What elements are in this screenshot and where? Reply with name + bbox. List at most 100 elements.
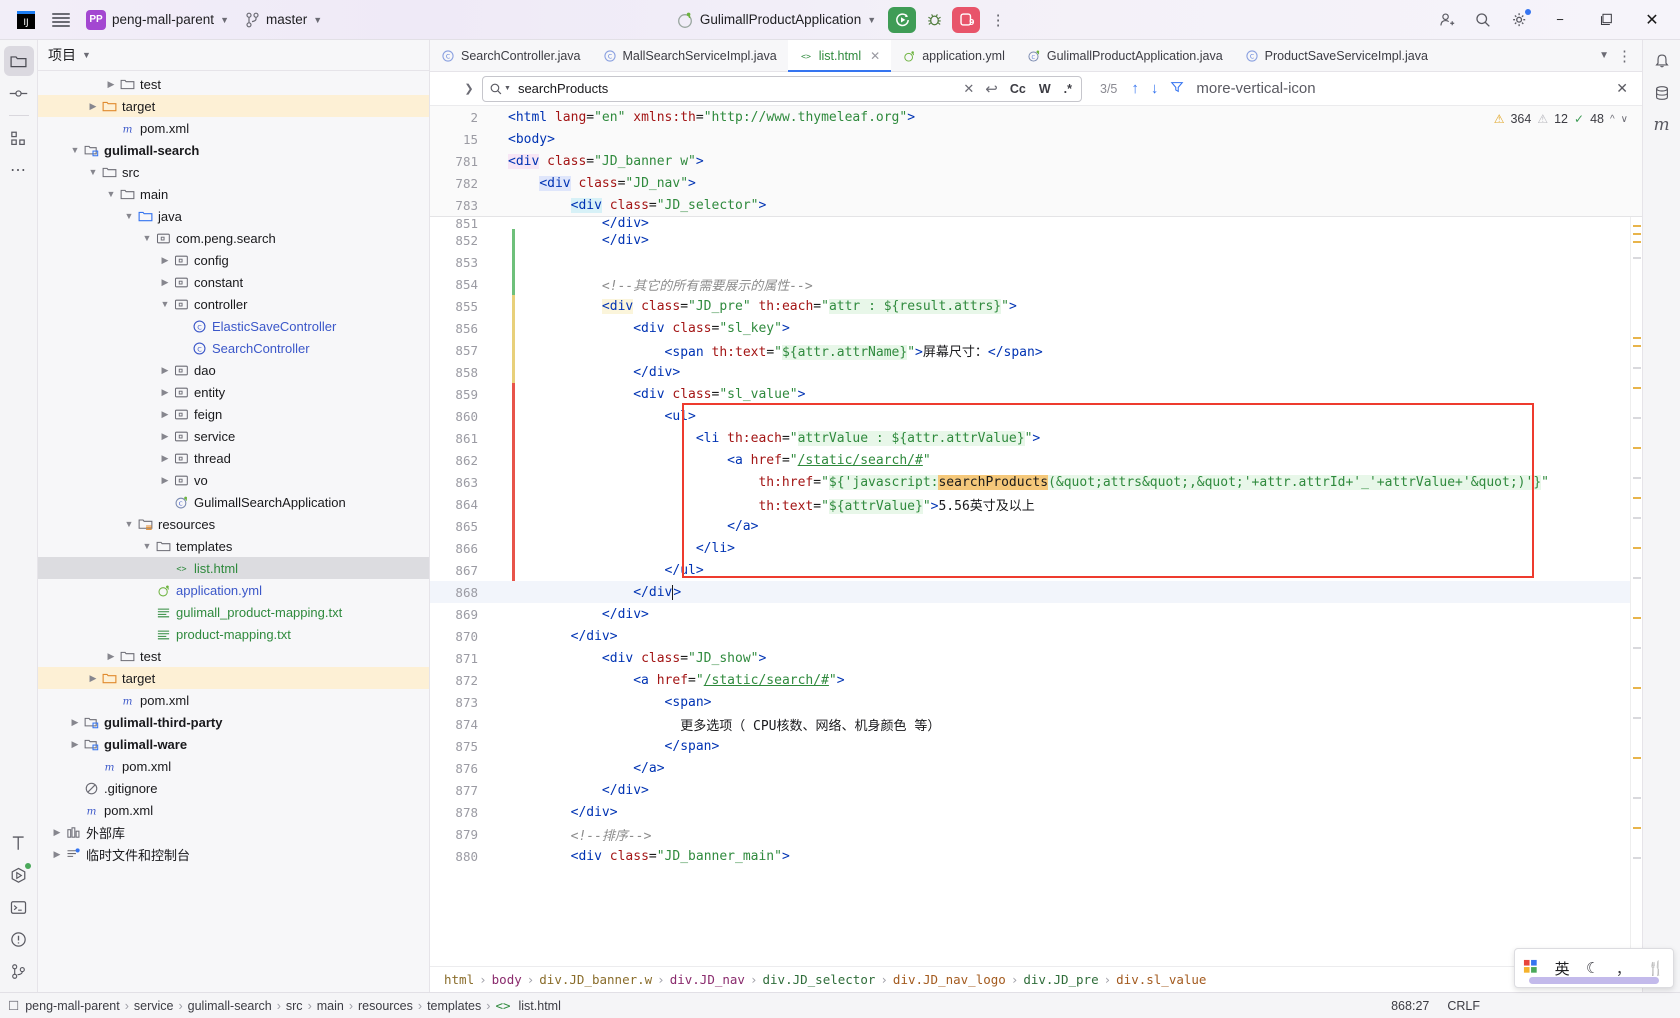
code-line-866[interactable]: 866 </li> [430, 537, 1630, 559]
regex-toggle[interactable]: .* [1061, 82, 1075, 96]
code-line-853[interactable]: 853 [430, 251, 1630, 273]
error-stripe-mark[interactable] [1633, 257, 1641, 259]
line-number[interactable]: 863 [430, 475, 490, 490]
code-line-868[interactable]: 868 </div> [430, 581, 1630, 603]
code-line-870[interactable]: 870 </div> [430, 625, 1630, 647]
tree-node-feign[interactable]: ▶ feign [38, 403, 429, 425]
tree-node-pom.xml[interactable]: m pom.xml [38, 117, 429, 139]
clear-search-icon[interactable]: ✕ [961, 81, 976, 97]
inspection-next-icon[interactable]: ∨ [1621, 114, 1628, 125]
chevron-right-icon[interactable]: ❯ [456, 82, 482, 95]
close-find-button[interactable]: ✕ [1616, 80, 1628, 97]
editor-tab-productsaveserviceimpl-java[interactable]: C ProductSaveServiceImpl.java [1234, 40, 1439, 71]
error-stripe-mark[interactable] [1633, 577, 1641, 579]
line-number[interactable]: 874 [430, 717, 490, 732]
breadcrumb-item[interactable]: div.JD_banner.w [539, 972, 652, 987]
ime-comma-icon[interactable]: ， [1616, 958, 1631, 979]
editor-tab-gulimallproductapplication-java[interactable]: C GulimallProductApplication.java [1016, 40, 1234, 71]
tree-node-[interactable]: ▶ 临时文件和控制台 [38, 843, 429, 865]
line-number[interactable]: 858 [430, 365, 490, 380]
code-line-855[interactable]: 855 <div class="JD_pre" th:each="attr : … [430, 295, 1630, 317]
tree-node-[interactable]: ▶ 外部库 [38, 821, 429, 843]
line-number[interactable]: 855 [430, 299, 490, 314]
line-number[interactable]: 876 [430, 761, 490, 776]
error-stripe-mark[interactable] [1633, 387, 1641, 389]
run-configuration-selector[interactable]: GulimallProductApplication ▼ [668, 6, 884, 34]
tree-node-elasticsavecontroller[interactable]: C ElasticSaveController [38, 315, 429, 337]
ime-moon-icon[interactable]: ☾ [1586, 959, 1599, 977]
run-with-coverage-button[interactable] [888, 6, 917, 33]
line-number[interactable]: 870 [430, 629, 490, 644]
commit-tool-icon[interactable] [4, 78, 34, 108]
code-line-871[interactable]: 871 <div class="JD_show"> [430, 647, 1630, 669]
line-number[interactable]: 877 [430, 783, 490, 798]
close-button[interactable]: ✕ [1630, 0, 1674, 40]
breadcrumb-item[interactable]: div.sl_value [1116, 972, 1206, 987]
ime-widget[interactable]: 英 ☾ ， 🍴 [1514, 948, 1674, 988]
line-number[interactable]: 852 [430, 233, 490, 248]
more-tool-windows-icon[interactable]: ⋯ [4, 155, 34, 185]
error-stripe-mark[interactable] [1633, 797, 1641, 799]
line-number[interactable]: 871 [430, 651, 490, 666]
run-tool-icon[interactable] [4, 860, 34, 890]
caret-position[interactable]: 868:27 [1391, 999, 1429, 1013]
error-stripe-mark[interactable] [1633, 517, 1641, 519]
inspection-widget[interactable]: ⚠ 364 ⚠ 12 ✓ 48 ^ ∨ [1494, 112, 1628, 126]
code-line-878[interactable]: 878 </div> [430, 801, 1630, 823]
breadcrumb-item[interactable]: body [492, 972, 522, 987]
structure-tool-icon[interactable] [4, 123, 34, 153]
breadcrumb-item[interactable]: div.JD_selector [763, 972, 876, 987]
chevron-right-icon[interactable]: ▶ [86, 101, 100, 112]
chevron-right-icon[interactable]: ▶ [158, 409, 172, 420]
chevron-down-icon[interactable]: ▼ [158, 299, 172, 309]
error-stripe-mark[interactable] [1633, 497, 1641, 499]
code-line-877[interactable]: 877 </div> [430, 779, 1630, 801]
code-line-854[interactable]: 854 <!--其它的所有需要展示的属性--> [430, 273, 1630, 295]
tree-node-main[interactable]: ▼ main [38, 183, 429, 205]
code-line-875[interactable]: 875 </span> [430, 735, 1630, 757]
status-path-item[interactable]: list.html [519, 999, 561, 1013]
tree-node-product-mapping.txt[interactable]: product-mapping.txt [38, 623, 429, 645]
editor-tab-searchcontroller-java[interactable]: C SearchController.java [430, 40, 592, 71]
search-everywhere-button[interactable] [1466, 5, 1500, 35]
chevron-right-icon[interactable]: ▶ [158, 277, 172, 288]
code-line-856[interactable]: 856 <div class="sl_key"> [430, 317, 1630, 339]
error-stripe-mark[interactable] [1633, 717, 1641, 719]
line-number[interactable]: 873 [430, 695, 490, 710]
breadcrumb-item[interactable]: html [444, 972, 474, 987]
editor-tabs[interactable]: C SearchController.java C MallSearchService… [430, 40, 1642, 72]
chevron-right-icon[interactable]: ▶ [104, 79, 118, 90]
tree-node-gulimall-third-party[interactable]: ▶ gulimall-third-party [38, 711, 429, 733]
line-number[interactable]: 867 [430, 563, 490, 578]
chevron-right-icon[interactable]: ▶ [158, 431, 172, 442]
tree-node-constant[interactable]: ▶ constant [38, 271, 429, 293]
code-line-857[interactable]: 857 <span th:text="${attr.attrName}">屏幕尺… [430, 339, 1630, 361]
build-tool-icon[interactable] [4, 828, 34, 858]
chevron-right-icon[interactable]: ▶ [158, 387, 172, 398]
line-number[interactable]: 869 [430, 607, 490, 622]
tree-node-gulimallsearchapplication[interactable]: C GulimallSearchApplication [38, 491, 429, 513]
whole-words-toggle[interactable]: W [1036, 82, 1054, 96]
line-number[interactable]: 875 [430, 739, 490, 754]
add-account-button[interactable] [1430, 5, 1464, 35]
line-separator[interactable]: CRLF [1447, 999, 1480, 1013]
tree-node-gulimall-ware[interactable]: ▶ gulimall-ware [38, 733, 429, 755]
chevron-right-icon[interactable]: ▶ [104, 651, 118, 662]
search-history-icon[interactable]: ↩ [983, 80, 1000, 98]
tree-node-thread[interactable]: ▶ thread [38, 447, 429, 469]
chevron-down-icon[interactable]: ▼ [104, 189, 118, 199]
editor-tab-list-html[interactable]: <> list.html ✕ [787, 40, 892, 72]
error-stripe-mark[interactable] [1633, 225, 1641, 227]
services-button[interactable]: 9 [952, 6, 981, 33]
project-tree[interactable]: ▶ test ▶ target m pom.xml ▼ gulimall-search ▼ src… [38, 70, 429, 992]
status-path-item[interactable]: peng-mall-parent [25, 999, 120, 1013]
tree-node-target[interactable]: ▶ target [38, 95, 429, 117]
status-path-item[interactable]: gulimall-search [188, 999, 272, 1013]
ime-language-label[interactable]: 英 [1555, 958, 1570, 979]
editor-tab-mallsearchserviceimpl-java[interactable]: C MallSearchServiceImpl.java [592, 40, 788, 71]
tree-node-dao[interactable]: ▶ dao [38, 359, 429, 381]
error-stripe-mark[interactable] [1633, 687, 1641, 689]
status-breadcrumb[interactable]: peng-mall-parent › service › gulimall-search… [25, 998, 561, 1013]
chevron-down-icon[interactable]: ▼ [1599, 50, 1609, 61]
code-line-876[interactable]: 876 </a> [430, 757, 1630, 779]
